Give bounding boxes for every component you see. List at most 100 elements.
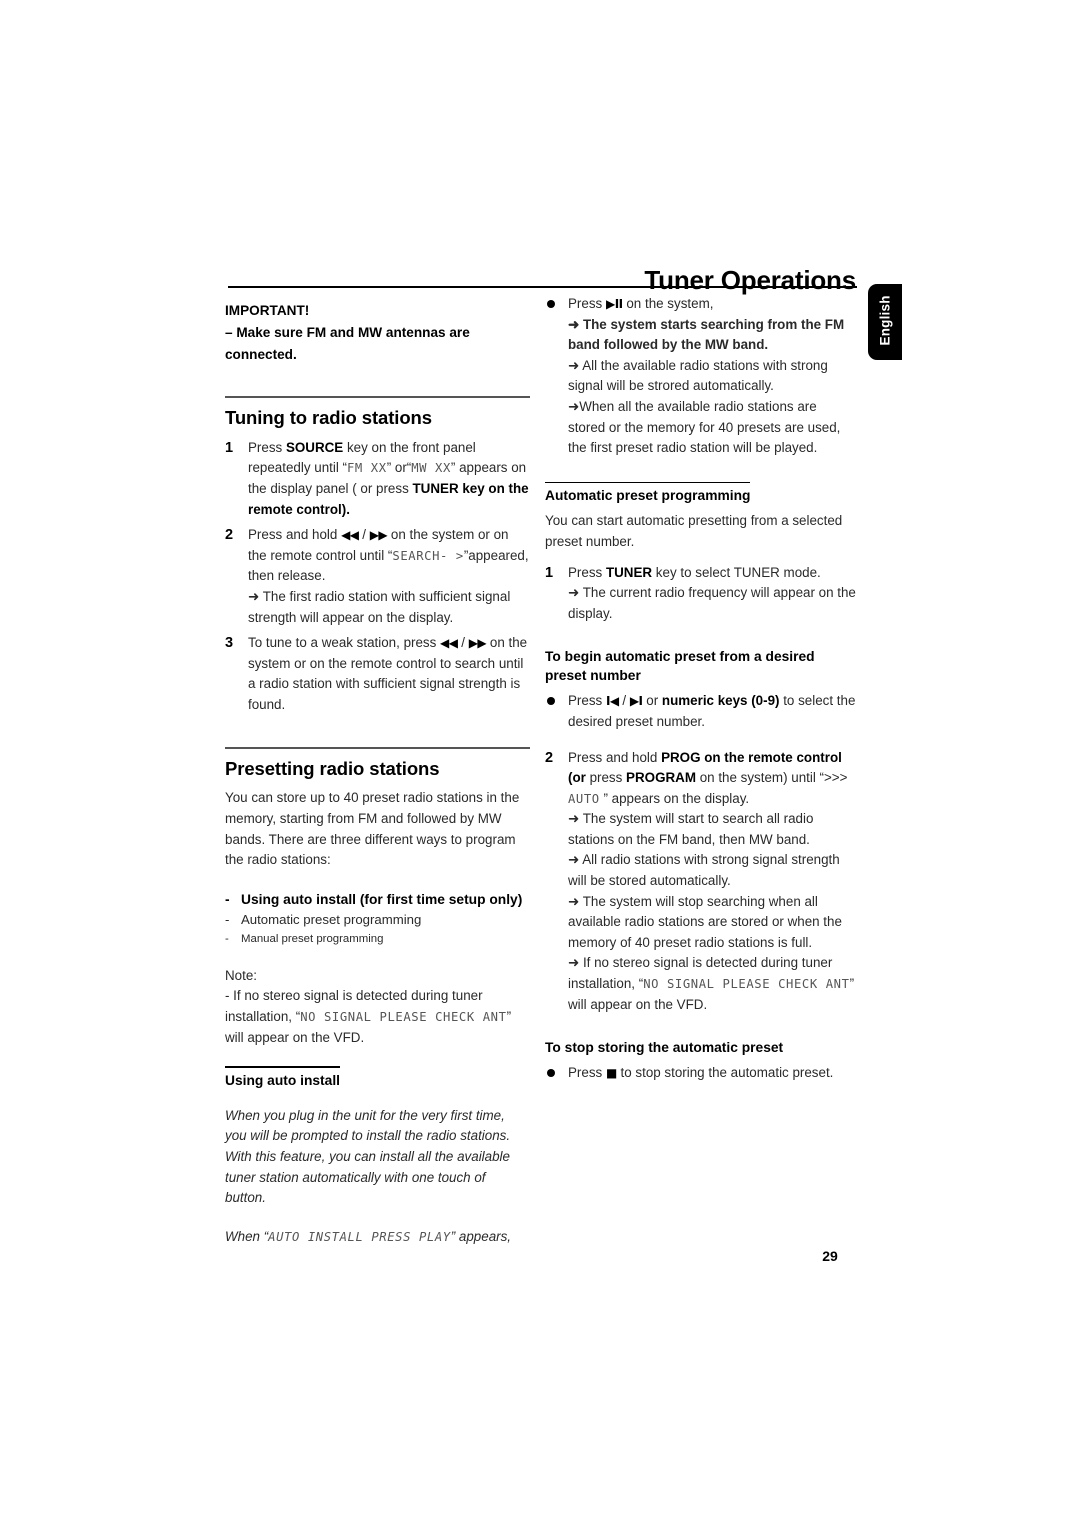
- transport-icon: ◀◀: [440, 636, 458, 651]
- right-column: Press ▶II on the system, ➜ The system st…: [545, 294, 857, 1089]
- body-text: Press: [568, 693, 606, 709]
- bullet-item-press-play: Press ▶II on the system, ➜ The system st…: [545, 294, 857, 459]
- body-text: To tune to a weak station, press: [248, 635, 441, 651]
- presetting-intro: You can store up to 40 preset radio stat…: [225, 790, 520, 868]
- presetting-section-heading: Presetting radio stations: [225, 757, 440, 779]
- transport-icon: ■: [605, 1066, 617, 1081]
- important-text: – Make sure FM and MW antennas are conne…: [225, 325, 470, 362]
- bullet-body: Press ■ to stop storing the automatic pr…: [568, 1063, 857, 1084]
- body-text: to stop storing the automatic preset.: [616, 1065, 834, 1081]
- step-body: Press TUNER key to select TUNER mode.: [568, 563, 857, 584]
- bullet-marker: [547, 1069, 555, 1078]
- bullet-marker: [547, 300, 555, 308]
- prompt-before: When “: [225, 1228, 269, 1244]
- bullet-marker: [547, 697, 555, 706]
- press-tail: on the system,: [622, 296, 714, 311]
- emphasis-text: TUNER: [605, 564, 653, 580]
- method-item-manual-preset: - Manual preset programming: [225, 930, 530, 948]
- step-body: To tune to a weak station, press ◀◀ / ▶▶…: [248, 633, 530, 715]
- emphasis-text: TUNER: [412, 481, 459, 497]
- display-text: AUTO: [568, 791, 600, 806]
- step-body: Press and hold ◀◀ / ▶▶ on the system or …: [248, 525, 530, 587]
- method-label: Manual preset programming: [241, 932, 384, 945]
- auto-install-heading-group: Using auto install: [225, 1066, 340, 1096]
- step-note: ➜ If no stereo signal is detected during…: [568, 953, 857, 1015]
- emphasis-text: SOURCE: [285, 439, 344, 455]
- auto-install-prompt: When “AUTO INSTALL PRESS PLAY” appears,: [225, 1227, 530, 1248]
- body-text: on the system) until “>>>: [695, 770, 848, 786]
- bullet-body: Press I◀ / ▶I or numeric keys (0-9) to s…: [568, 691, 857, 732]
- step-body: Press SOURCE key on the front panel repe…: [248, 438, 530, 520]
- display-text: MW XX: [411, 461, 451, 476]
- emphasis-text: PROG: [661, 749, 701, 765]
- step-result: ➜ The system will start to search all ra…: [568, 811, 814, 847]
- body-text: key to select TUNER mode.: [652, 564, 821, 580]
- bullet-body: Press ▶II on the system,: [568, 294, 857, 315]
- result-line: ➜When all the available radio stations a…: [568, 398, 841, 456]
- step-result: ➜ All radio stations with strong signal …: [568, 852, 840, 889]
- page-title: Tuner Operations: [644, 265, 856, 296]
- transport-icon: ▶▶: [369, 528, 388, 543]
- body-text: or: [642, 693, 662, 709]
- presetting-section-divider: [225, 746, 530, 749]
- transport-icon: ◀◀: [341, 528, 359, 543]
- step-body: Press and hold PROG on the remote contro…: [568, 748, 857, 810]
- dash-marker: -: [225, 932, 229, 945]
- step-number: 1: [545, 564, 554, 581]
- step-number: 3: [225, 635, 234, 652]
- body-text: Press and hold: [568, 749, 662, 765]
- body-text: /: [457, 635, 469, 651]
- automatic-preset-intro: You can start automatic presetting from …: [545, 513, 843, 549]
- stop-storing-heading: To stop storing the automatic preset: [545, 1040, 784, 1056]
- important-notice: IMPORTANT! – Make sure FM and MW antenna…: [225, 300, 530, 366]
- body-text: Press: [568, 1065, 606, 1081]
- step-result: ➜ The system will stop searching when al…: [568, 893, 842, 950]
- title-divider: [228, 286, 857, 288]
- emphasis-text: PROGRAM: [626, 770, 696, 786]
- method-item-auto-install: - Using auto install (for first time set…: [225, 889, 530, 910]
- step-item: 1 Press TUNER key to select TUNER mode. …: [545, 563, 857, 625]
- method-label: Using auto install (for first time setup…: [241, 891, 523, 907]
- begin-preset-heading: To begin automatic preset from a desired…: [545, 649, 815, 684]
- press-label: Press: [568, 296, 603, 311]
- tuning-section-heading: Tuning to radio stations: [225, 407, 432, 428]
- step-item: 2 Press and hold PROG on the remote cont…: [545, 748, 857, 1016]
- step-item: 1 Press SOURCE key on the front panel re…: [225, 438, 530, 520]
- automatic-preset-divider: [545, 481, 751, 484]
- page-number: 29: [822, 1248, 838, 1264]
- body-text: /: [358, 527, 370, 543]
- transport-icon: ▶▶: [468, 636, 487, 651]
- automatic-preset-heading: Automatic preset programming: [545, 488, 751, 504]
- note-label: Note:: [225, 967, 258, 983]
- dash-marker: -: [225, 911, 230, 927]
- result-line: ➜ The system starts searching from the F…: [568, 316, 845, 353]
- prompt-display-text: AUTO INSTALL PRESS PLAY: [268, 1229, 451, 1244]
- emphasis-text: numeric keys (0-9): [661, 693, 780, 709]
- play-pause-icon: ▶II: [605, 297, 623, 311]
- left-column: IMPORTANT! – Make sure FM and MW antenna…: [225, 300, 530, 1247]
- step-result: ➜ The first radio station with sufficien…: [248, 588, 511, 625]
- display-text: SEARCH- >: [392, 548, 464, 563]
- method-item-automatic-preset: - Automatic preset programming: [225, 910, 530, 930]
- body-text: Press and hold: [248, 527, 342, 543]
- auto-install-heading: Using auto install: [225, 1072, 340, 1088]
- display-text: FM XX: [347, 461, 387, 476]
- body-text: Press: [248, 439, 286, 455]
- note-text: - If no stereo signal is detected during…: [225, 986, 530, 1048]
- step-number: 1: [225, 439, 234, 456]
- note-display-text: NO SIGNAL PLEASE CHECK ANT: [300, 1009, 507, 1024]
- transport-icon: ▶I: [629, 694, 643, 709]
- body-text: ” appears on the display.: [599, 790, 750, 806]
